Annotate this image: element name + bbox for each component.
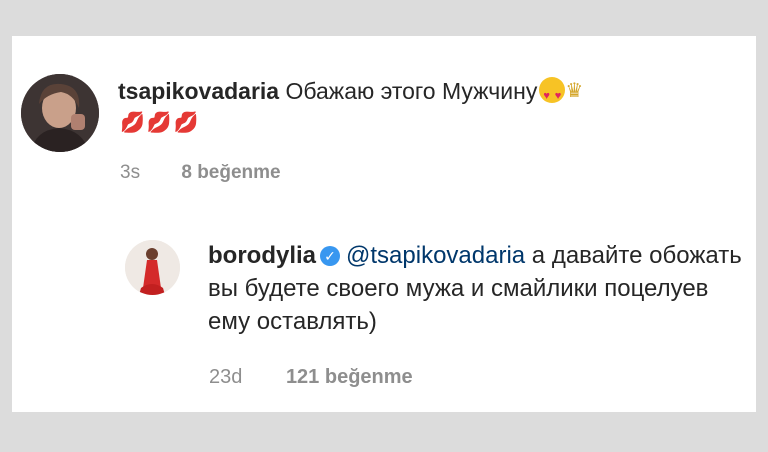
- comment-1-time: 3s: [120, 162, 141, 183]
- comment-2-mention[interactable]: @tsapikovadaria: [346, 242, 525, 269]
- comment-1: tsapikovadaria Обажаю этого Мужчину ♛: [118, 76, 584, 111]
- comment-1-meta: 3s 8 beğenme: [120, 162, 281, 184]
- avatar-tsapikovadaria[interactable]: [21, 74, 99, 152]
- comment-card: tsapikovadaria Обажаю этого Мужчину ♛ 💋💋💋…: [12, 36, 756, 412]
- comment-1-likes[interactable]: 8 beğenme: [181, 162, 280, 183]
- heart-eyes-face-icon: [539, 77, 566, 111]
- comment-2-meta: 23d 121 beğenme: [209, 366, 413, 389]
- kiss-emoji-icon: 💋💋💋: [120, 112, 201, 134]
- comment-2-likes[interactable]: 121 beğenme: [286, 366, 413, 388]
- avatar-borodylia[interactable]: [125, 240, 180, 295]
- crown-icon: ♛: [565, 80, 584, 102]
- verified-badge-icon: ✓: [320, 246, 341, 266]
- comment-1-text: Обажаю этого Мужчину: [285, 78, 538, 104]
- comment-2-username[interactable]: borodylia: [208, 242, 316, 269]
- comment-2-time: 23d: [209, 366, 243, 388]
- comment-2: borodylia ✓ @tsapikovadaria а давайте обож…: [208, 239, 753, 338]
- comment-1-username[interactable]: tsapikovadaria: [118, 78, 279, 104]
